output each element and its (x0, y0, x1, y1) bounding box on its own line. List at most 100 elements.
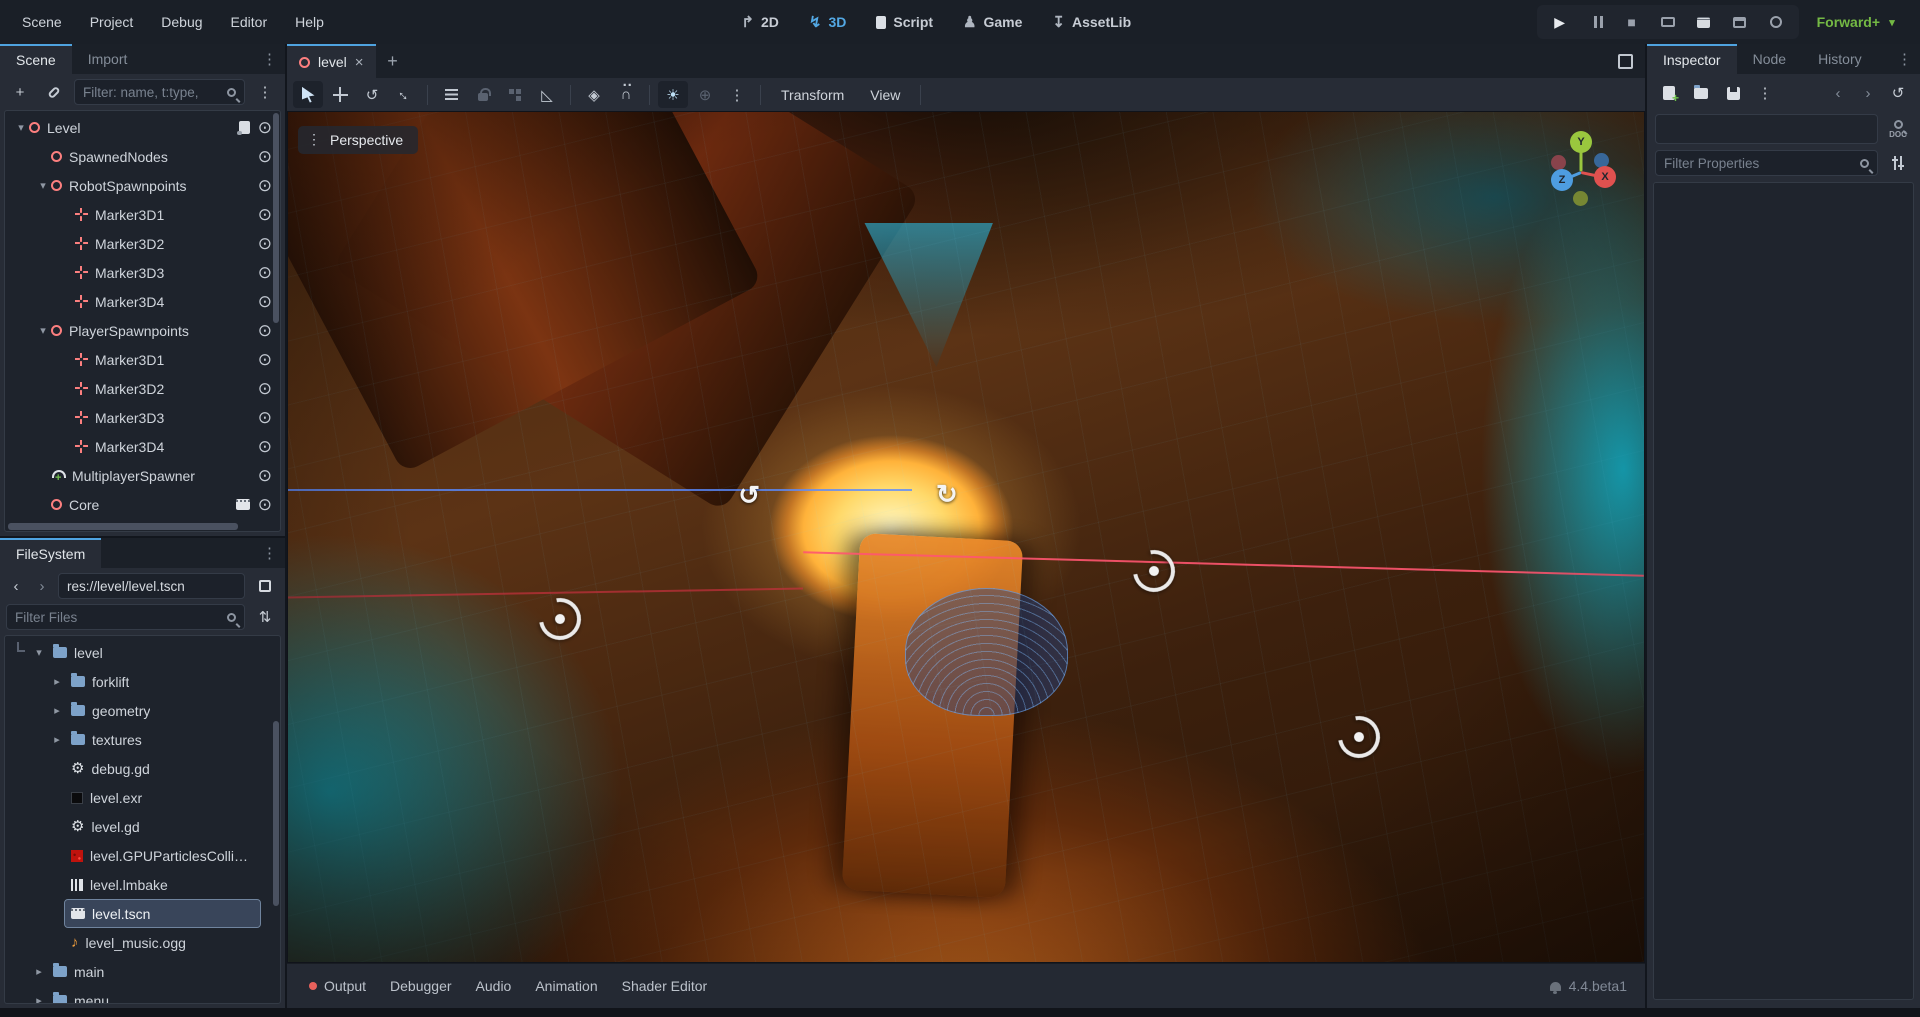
fs-forward-button[interactable]: › (32, 573, 52, 599)
expand-chevron-icon[interactable]: ▸ (49, 704, 65, 717)
tab-output[interactable]: Output (297, 971, 378, 1001)
group-selected-button[interactable] (500, 81, 530, 108)
visibility-eye-icon[interactable]: ⊙ (258, 118, 272, 138)
fs-row-textures[interactable]: ▸ textures (5, 725, 280, 754)
rotate-gizmo-icon[interactable]: ↺ (936, 479, 958, 510)
history-forward-button[interactable]: › (1854, 80, 1882, 106)
scene-tree-vertical-scrollbar[interactable] (273, 113, 279, 323)
move-tool-button[interactable] (325, 81, 355, 108)
tab-node[interactable]: Node (1737, 44, 1802, 74)
play-scene-button[interactable] (1689, 9, 1719, 35)
version-label[interactable]: 4.4.beta1 (1569, 978, 1627, 994)
fs-split-mode-button[interactable] (251, 573, 279, 599)
collapse-chevron-icon[interactable]: ▾ (13, 121, 29, 134)
play-custom-scene-button[interactable] (1725, 9, 1755, 35)
snap-toggle-button[interactable]: ∩ (611, 81, 641, 108)
lock-selected-button[interactable] (468, 81, 498, 108)
resource-extra-menu-icon[interactable]: ⋮ (1751, 80, 1779, 106)
axis-negx-ball[interactable] (1551, 155, 1566, 170)
list-select-button[interactable] (436, 81, 466, 108)
scale-tool-button[interactable]: ↔ (389, 81, 419, 108)
visibility-eye-icon[interactable]: ⊙ (258, 408, 272, 428)
tab-scene[interactable]: Scene (0, 44, 72, 74)
object-history-button[interactable]: ↺ (1884, 80, 1912, 106)
fs-tree-vertical-scrollbar[interactable] (273, 721, 279, 906)
expand-chevron-icon[interactable]: ▸ (49, 733, 65, 746)
tree-row-marker3d2b[interactable]: Marker3D2 ⊙ (5, 374, 280, 403)
tree-row-marker3d4b[interactable]: Marker3D4 ⊙ (5, 432, 280, 461)
expand-chevron-icon[interactable]: ▸ (31, 965, 47, 978)
fs-row-gpuparticles[interactable]: level.GPUParticlesCollisio... (5, 841, 280, 870)
view-menu[interactable]: View (858, 82, 912, 108)
menu-editor[interactable]: Editor (219, 8, 280, 36)
play-button[interactable]: ▶ (1545, 9, 1575, 35)
ruler-tool-button[interactable]: ◺ (532, 81, 562, 108)
visibility-eye-icon[interactable]: ⊙ (258, 379, 272, 399)
new-resource-button[interactable] (1655, 80, 1683, 106)
save-resource-button[interactable] (1719, 80, 1747, 106)
collapse-chevron-icon[interactable]: ▾ (35, 179, 51, 192)
spawn-marker-gizmo[interactable] (1329, 707, 1387, 765)
open-docs-button[interactable]: DOC (1884, 120, 1912, 139)
scene-filter-input[interactable] (83, 85, 221, 100)
visibility-eye-icon[interactable]: ⊙ (258, 292, 272, 312)
collapse-chevron-icon[interactable]: ▾ (35, 324, 51, 337)
visibility-eye-icon[interactable]: ⊙ (258, 147, 272, 167)
axis-negy-ball[interactable] (1573, 191, 1588, 206)
tree-row-spawnednodes[interactable]: SpawnedNodes ⊙ (5, 142, 280, 171)
visibility-eye-icon[interactable]: ⊙ (258, 495, 272, 515)
script-icon[interactable] (239, 121, 250, 134)
history-back-button[interactable]: ‹ (1824, 80, 1852, 106)
scene-tree-horizontal-scrollbar[interactable] (8, 523, 238, 530)
scene-instance-icon[interactable] (236, 499, 250, 510)
fs-sort-button[interactable]: ⇅ (251, 604, 279, 630)
property-tools-button[interactable] (1884, 150, 1912, 176)
fs-back-button[interactable]: ‹ (6, 573, 26, 599)
workspace-3d-button[interactable]: ↯ 3D (799, 7, 856, 37)
axis-x-ball[interactable]: X (1594, 166, 1616, 188)
fs-row-level-tscn[interactable]: level.tscn (5, 899, 280, 928)
fs-row-level-exr[interactable]: level.exr (5, 783, 280, 812)
preview-sun-button[interactable]: ☀ (658, 81, 688, 108)
visibility-eye-icon[interactable]: ⊙ (258, 176, 272, 196)
collapse-chevron-icon[interactable]: ▾ (31, 646, 47, 659)
expand-viewport-icon[interactable] (1618, 54, 1633, 69)
tab-inspector[interactable]: Inspector (1647, 44, 1737, 74)
tree-row-marker3d2[interactable]: Marker3D2 ⊙ (5, 229, 280, 258)
scene-dock-menu-icon[interactable]: ⋮ (254, 44, 285, 74)
fs-row-level-gd[interactable]: ⚙ level.gd (5, 812, 280, 841)
fs-row-level[interactable]: ▾ level (5, 638, 280, 667)
visibility-eye-icon[interactable]: ⊙ (258, 350, 272, 370)
perspective-button[interactable]: ⋮ Perspective (298, 126, 418, 154)
viewport-3d[interactable]: ↺ ↺ ⋮ Perspective Y X Z (287, 111, 1645, 963)
tree-row-marker3d1[interactable]: Marker3D1 ⊙ (5, 200, 280, 229)
spawn-marker-gizmo[interactable] (531, 590, 589, 648)
renderer-dropdown[interactable]: Forward+ ▾ (1807, 10, 1910, 34)
fs-filter-input[interactable] (15, 610, 221, 625)
fs-row-main[interactable]: ▸ main (5, 957, 280, 986)
fs-row-geometry[interactable]: ▸ geometry (5, 696, 280, 725)
tree-row-level[interactable]: ▾ Level ⊙ (5, 113, 280, 142)
tree-row-marker3d1b[interactable]: Marker3D1 ⊙ (5, 345, 280, 374)
inspector-dock-menu-icon[interactable]: ⋮ (1889, 44, 1920, 74)
tab-animation[interactable]: Animation (523, 971, 609, 1001)
rotate-gizmo-icon[interactable]: ↺ (738, 480, 760, 511)
tab-filesystem[interactable]: FileSystem (0, 538, 101, 568)
preview-environment-button[interactable]: ⊕ (690, 81, 720, 108)
tab-shader-editor[interactable]: Shader Editor (610, 971, 720, 1001)
tree-row-marker3d3b[interactable]: Marker3D3 ⊙ (5, 403, 280, 432)
notification-bell-icon[interactable] (1550, 982, 1561, 991)
load-resource-button[interactable] (1687, 80, 1715, 106)
select-tool-button[interactable] (293, 81, 323, 108)
visibility-eye-icon[interactable]: ⊙ (258, 437, 272, 457)
tab-debugger[interactable]: Debugger (378, 971, 464, 1001)
new-scene-tab-button[interactable]: + (376, 44, 410, 78)
rotate-tool-button[interactable]: ↺ (357, 81, 387, 108)
scene-tab-level[interactable]: level × (287, 44, 376, 78)
fs-row-forklift[interactable]: ▸ forklift (5, 667, 280, 696)
tree-row-marker3d4[interactable]: Marker3D4 ⊙ (5, 287, 280, 316)
tree-row-multiplayerspawner[interactable]: MultiplayerSpawner ⊙ (5, 461, 280, 490)
menu-scene[interactable]: Scene (10, 8, 74, 36)
spawn-marker-gizmo[interactable] (1125, 542, 1183, 600)
remote-debug-button[interactable] (1653, 9, 1683, 35)
